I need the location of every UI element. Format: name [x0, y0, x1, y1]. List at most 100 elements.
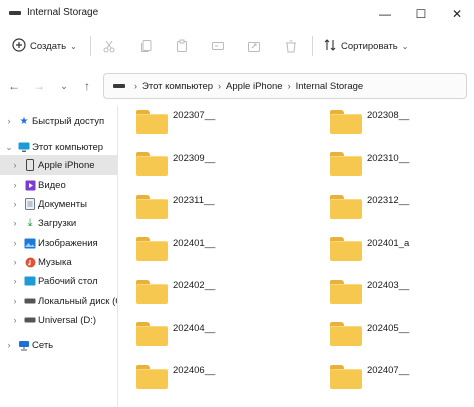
toolbar-divider: [90, 36, 91, 56]
create-label: Создать: [30, 40, 67, 52]
image-icon: [24, 237, 36, 249]
paste-icon[interactable]: [174, 38, 190, 54]
chevron-right-icon[interactable]: ›: [4, 340, 14, 350]
recent-chevron-icon[interactable]: ⌄: [56, 78, 72, 94]
sidebar-item-downloads[interactable]: › ⤓ Загрузки: [0, 213, 117, 233]
sidebar-item-label: Universal (D:): [38, 314, 97, 326]
sidebar-item-label: Быстрый доступ: [32, 115, 105, 127]
sidebar-item-label: Сеть: [32, 339, 54, 351]
folder-name: 202404__: [173, 323, 216, 334]
up-arrow-icon[interactable]: ↑: [79, 78, 95, 94]
sidebar-item-universal-d[interactable]: › Universal (D:): [0, 310, 117, 330]
folder-name: 202308__: [367, 110, 410, 121]
phone-icon: [24, 159, 36, 171]
chevron-right-icon[interactable]: ›: [10, 276, 20, 286]
sidebar-item-label: Apple iPhone: [38, 159, 95, 171]
star-icon: ★: [19, 115, 29, 127]
breadcrumb-item[interactable]: Internal Storage: [296, 81, 364, 92]
sort-button[interactable]: Сортировать ⌄: [323, 37, 408, 55]
chevron-right-icon: ›: [134, 81, 137, 91]
folder-name: 202405__: [367, 323, 410, 334]
plus-circle-icon: [12, 37, 26, 55]
sidebar-item-this-pc[interactable]: ⌄ Этот компьютер: [0, 137, 117, 157]
folder-icon: [136, 322, 168, 346]
chevron-right-icon[interactable]: ›: [10, 218, 20, 228]
folder-icon: [330, 365, 362, 389]
drive-icon: [24, 314, 36, 326]
sidebar-item-local-disk-c[interactable]: › Локальный диск (C: [0, 291, 118, 311]
sort-icon: [323, 38, 337, 55]
folder-name: 202311__: [173, 195, 215, 206]
chevron-right-icon[interactable]: ›: [10, 257, 20, 267]
window-title: Internal Storage: [27, 7, 99, 18]
chevron-right-icon[interactable]: ›: [10, 180, 20, 190]
folder-name: 202407__: [367, 365, 410, 376]
sidebar-item-video[interactable]: › Видео: [0, 175, 117, 195]
file-list: 202307__ 202308__ 202309__ 202310__ 2023…: [118, 106, 474, 407]
sidebar-item-music[interactable]: › Музыка: [0, 252, 117, 272]
drive-icon: [113, 84, 125, 88]
folder-icon: [330, 280, 362, 304]
minimize-button[interactable]: —: [375, 5, 395, 23]
folder-icon: [330, 195, 362, 219]
forward-arrow-icon[interactable]: →: [31, 78, 47, 94]
chevron-right-icon: ›: [287, 81, 291, 91]
chevron-down-icon: ⌄: [70, 41, 77, 51]
sidebar-item-label: Документы: [38, 198, 87, 210]
folder-name: 202401_a: [367, 238, 410, 249]
sidebar-item-label: Этот компьютер: [32, 141, 104, 153]
folder-icon: [330, 110, 362, 134]
sidebar-item-label: Загрузки: [38, 217, 77, 229]
maximize-button[interactable]: ☐: [411, 5, 431, 23]
chevron-right-icon[interactable]: ›: [10, 238, 20, 248]
folder-name: 202403__: [367, 280, 410, 291]
sidebar-item-network[interactable]: › Сеть: [0, 335, 117, 355]
delete-icon[interactable]: [283, 38, 299, 54]
folder-icon: [136, 110, 168, 134]
folder-icon: [330, 322, 362, 346]
chevron-down-icon: ⌄: [401, 41, 409, 51]
sidebar-item-label: Рабочий стол: [38, 275, 98, 287]
navigation-bar: ← → ⌄ ↑ › Этот компьютер › Apple iPhone …: [0, 64, 474, 106]
chevron-right-icon[interactable]: ›: [10, 315, 20, 325]
title-bar: Internal Storage — ☐ ✕: [0, 0, 474, 28]
breadcrumb-item[interactable]: Этот компьютер: [142, 81, 213, 92]
sidebar-item-pictures[interactable]: › Изображения: [0, 233, 117, 253]
document-icon: [24, 198, 36, 210]
video-icon: [24, 179, 36, 191]
folder-icon: [136, 152, 168, 176]
drive-icon: [24, 295, 36, 307]
rename-icon[interactable]: [210, 38, 226, 54]
copy-icon[interactable]: [138, 38, 154, 54]
chevron-right-icon[interactable]: ›: [10, 199, 20, 209]
sidebar-item-quick-access[interactable]: › ★ Быстрый доступ: [0, 111, 117, 131]
cut-icon[interactable]: [101, 38, 117, 54]
chevron-right-icon[interactable]: ›: [10, 296, 20, 306]
back-arrow-icon[interactable]: ←: [6, 78, 22, 94]
sidebar-item-apple-iphone[interactable]: › Apple iPhone: [0, 155, 117, 175]
navigation-pane: › ★ Быстрый доступ ⌄ Этот компьютер › Ap…: [0, 106, 118, 407]
folder-name: 202307__: [173, 110, 216, 121]
folder-name: 202406__: [173, 365, 216, 376]
desktop-icon: [24, 275, 36, 287]
create-button[interactable]: Создать ⌄: [12, 37, 77, 55]
sidebar-item-documents[interactable]: › Документы: [0, 194, 117, 214]
address-bar[interactable]: › Этот компьютер › Apple iPhone › Intern…: [103, 73, 467, 99]
chevron-right-icon[interactable]: ›: [4, 116, 14, 126]
sort-label: Сортировать: [341, 40, 398, 52]
chevron-right-icon: ›: [218, 81, 222, 91]
command-bar: Создать ⌄ Сортировать ⌄: [0, 28, 474, 64]
share-icon[interactable]: [246, 38, 262, 54]
chevron-down-icon[interactable]: ⌄: [4, 142, 14, 153]
folder-icon: [136, 280, 168, 304]
sidebar-item-desktop[interactable]: › Рабочий стол: [0, 271, 117, 291]
close-button[interactable]: ✕: [447, 5, 467, 23]
breadcrumb-item[interactable]: Apple iPhone: [226, 81, 283, 92]
folder-icon: [330, 237, 362, 261]
folder-name: 202402__: [173, 280, 216, 291]
toolbar-divider: [312, 36, 313, 56]
chevron-right-icon[interactable]: ›: [10, 160, 20, 170]
drive-icon: [9, 11, 21, 15]
sidebar-item-label: Изображения: [38, 237, 98, 249]
network-icon: [18, 339, 30, 351]
